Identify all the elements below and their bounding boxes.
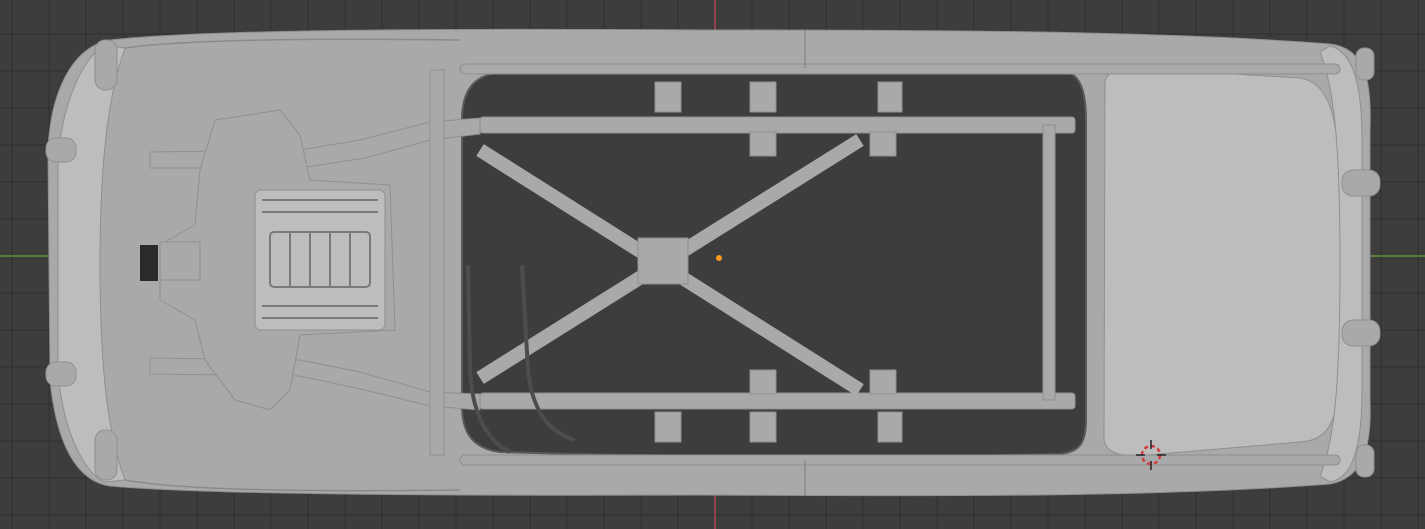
- object-origin[interactable]: [716, 255, 722, 261]
- rail-top[interactable]: [459, 63, 1341, 75]
- frame-crossbar-right[interactable]: [1042, 124, 1056, 401]
- trunk-panel[interactable]: [1103, 67, 1341, 457]
- car-model[interactable]: [0, 0, 1425, 529]
- rail-bottom[interactable]: [459, 454, 1341, 466]
- frame-member-bottom[interactable]: [479, 392, 1076, 410]
- x-brace-center[interactable]: [637, 237, 689, 285]
- 3d-cursor-icon[interactable]: [1136, 440, 1166, 470]
- frame-front-crossbar[interactable]: [429, 69, 445, 456]
- 3d-viewport[interactable]: [0, 0, 1425, 529]
- frame-member-top[interactable]: [479, 116, 1076, 134]
